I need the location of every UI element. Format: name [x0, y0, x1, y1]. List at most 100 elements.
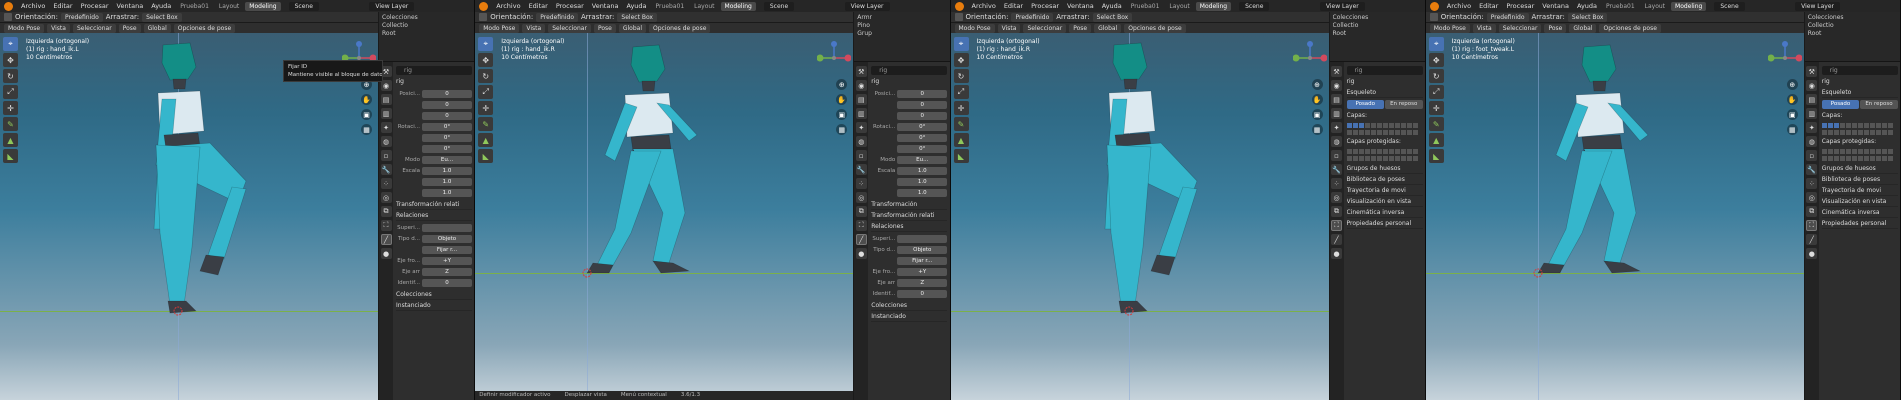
layer-button[interactable]: [1406, 156, 1412, 161]
field-value[interactable]: Z: [897, 278, 948, 287]
layer-button[interactable]: [1388, 149, 1394, 154]
layer-button[interactable]: [1857, 123, 1863, 128]
layer-button[interactable]: [1370, 149, 1376, 154]
menu-5[interactable]: Ayuda: [148, 2, 174, 10]
layer-button[interactable]: [1412, 149, 1418, 154]
field-value[interactable]: 0°: [897, 133, 948, 142]
navigation-gizmo[interactable]: [1767, 41, 1803, 75]
object-icon[interactable]: ▫: [1806, 150, 1818, 161]
layer-button[interactable]: [1382, 149, 1388, 154]
layer-button[interactable]: [1364, 149, 1370, 154]
outliner-item[interactable]: Colecciones: [382, 14, 472, 22]
annotate-icon[interactable]: ✎: [3, 117, 18, 131]
section-header[interactable]: Relaciones: [396, 210, 472, 221]
skeleton-section[interactable]: Esqueleto: [1821, 87, 1898, 98]
pose-toggle-1[interactable]: Posado: [1346, 100, 1384, 109]
layer-button[interactable]: [1845, 130, 1851, 135]
layer-button[interactable]: [1352, 123, 1358, 128]
layer-button[interactable]: [1839, 130, 1845, 135]
layer-button[interactable]: [1364, 123, 1370, 128]
menu-1[interactable]: Archivo: [969, 2, 999, 10]
layer-button[interactable]: [1358, 149, 1364, 154]
view-layer-selector[interactable]: View Layer: [1319, 1, 1365, 11]
rotate-icon[interactable]: ↻: [953, 69, 969, 83]
section-header[interactable]: Cinemática inversa: [1821, 207, 1898, 218]
cursor-icon[interactable]: ⌖: [1428, 37, 1444, 51]
physics-icon[interactable]: ◎: [855, 192, 867, 203]
field-value[interactable]: 0°: [422, 133, 472, 142]
layer-button[interactable]: [1370, 130, 1376, 135]
outliner-item[interactable]: Root: [1333, 30, 1423, 38]
field-value[interactable]: 0: [897, 111, 948, 120]
workspace-tab-2[interactable]: Layout: [1165, 2, 1193, 11]
rig-neck[interactable]: [172, 78, 187, 90]
material-icon[interactable]: ●: [1331, 248, 1342, 259]
workspace-tab-1[interactable]: Prueba01: [1602, 2, 1639, 11]
layer-button[interactable]: [1406, 130, 1412, 135]
menu-2[interactable]: Editar: [50, 2, 75, 10]
properties-search[interactable]: rig: [871, 66, 948, 75]
field-value[interactable]: 0: [897, 289, 948, 298]
particles-icon[interactable]: ⁘: [1331, 178, 1342, 189]
render-icon[interactable]: ◉: [1806, 80, 1818, 91]
rig-head[interactable]: [161, 42, 197, 81]
modifier-icon[interactable]: 🔧: [1331, 164, 1342, 175]
view-layer-icon[interactable]: ▥: [1331, 108, 1342, 119]
navigation-gizmo[interactable]: [816, 41, 852, 75]
layer-button[interactable]: [1370, 123, 1376, 128]
material-icon[interactable]: ●: [380, 248, 392, 259]
layer-button[interactable]: [1394, 156, 1400, 161]
field-value[interactable]: Fijar r...: [897, 256, 948, 265]
layer-button[interactable]: [1358, 156, 1364, 161]
layer-button[interactable]: [1881, 149, 1887, 154]
transform-icon[interactable]: ✛: [478, 101, 494, 115]
field-value[interactable]: 1.0: [422, 166, 472, 175]
menu-3[interactable]: Procesar: [1028, 2, 1062, 10]
footer-section[interactable]: Instanciado: [871, 311, 948, 322]
orientation-dropdown[interactable]: Predefinido: [536, 12, 579, 22]
layer-button[interactable]: [1346, 130, 1352, 135]
scene-icon[interactable]: ✦: [1806, 122, 1818, 133]
bone-roll-icon[interactable]: ◣: [3, 149, 18, 163]
layer-button[interactable]: [1875, 130, 1881, 135]
workspace-tab-1[interactable]: Prueba01: [176, 2, 213, 11]
view-layer-selector[interactable]: View Layer: [369, 1, 415, 11]
physics-icon[interactable]: ◎: [380, 192, 392, 203]
workspace-tab-3[interactable]: Modeling: [720, 1, 756, 11]
drag-dropdown[interactable]: Select Box: [1567, 12, 1608, 22]
workspace-tab-3[interactable]: Modeling: [245, 1, 281, 11]
rotate-icon[interactable]: ↻: [478, 69, 494, 83]
move-icon[interactable]: ✥: [1428, 53, 1444, 67]
menu-5[interactable]: Ayuda: [1574, 2, 1600, 10]
workspace-tab-3[interactable]: Modeling: [1671, 1, 1707, 11]
data-icon[interactable]: ⛶: [1806, 220, 1818, 231]
orientation-dropdown[interactable]: Predefinido: [60, 12, 103, 22]
rig-foot[interactable]: [199, 254, 225, 276]
viewport-menu-1[interactable]: Vista: [47, 23, 70, 33]
rig-foot[interactable]: [1150, 254, 1175, 276]
menu-3[interactable]: Procesar: [1503, 2, 1537, 10]
view-layer-selector[interactable]: View Layer: [844, 1, 890, 11]
3d-viewport[interactable]: Izquierda (ortogonal) (1) rig : hand_ik.R…: [950, 33, 1329, 400]
measure-icon[interactable]: ▲: [1428, 133, 1444, 147]
layer-button[interactable]: [1875, 156, 1881, 161]
transform-icon[interactable]: ✛: [1428, 101, 1444, 115]
layer-button[interactable]: [1346, 149, 1352, 154]
scale-icon[interactable]: ⤢: [953, 85, 969, 99]
grid-icon[interactable]: ▦: [1311, 124, 1323, 135]
layer-button[interactable]: [1346, 123, 1352, 128]
particles-icon[interactable]: ⁘: [855, 178, 867, 189]
camera-icon[interactable]: ▣: [361, 109, 372, 120]
section-header[interactable]: Trayectoria de movi: [1346, 185, 1423, 196]
object-icon[interactable]: ▫: [380, 150, 392, 161]
output-icon[interactable]: ▤: [855, 94, 867, 105]
layer-button[interactable]: [1388, 123, 1394, 128]
layer-button[interactable]: [1857, 130, 1863, 135]
blender-logo-icon[interactable]: [1429, 1, 1439, 11]
footer-section[interactable]: Colecciones: [871, 300, 948, 311]
menu-2[interactable]: Editar: [1001, 2, 1026, 10]
camera-icon[interactable]: ▣: [1786, 109, 1798, 120]
viewport-menu-3[interactable]: Pose: [1544, 23, 1567, 33]
layer-button[interactable]: [1821, 123, 1827, 128]
menu-5[interactable]: Ayuda: [1099, 2, 1125, 10]
